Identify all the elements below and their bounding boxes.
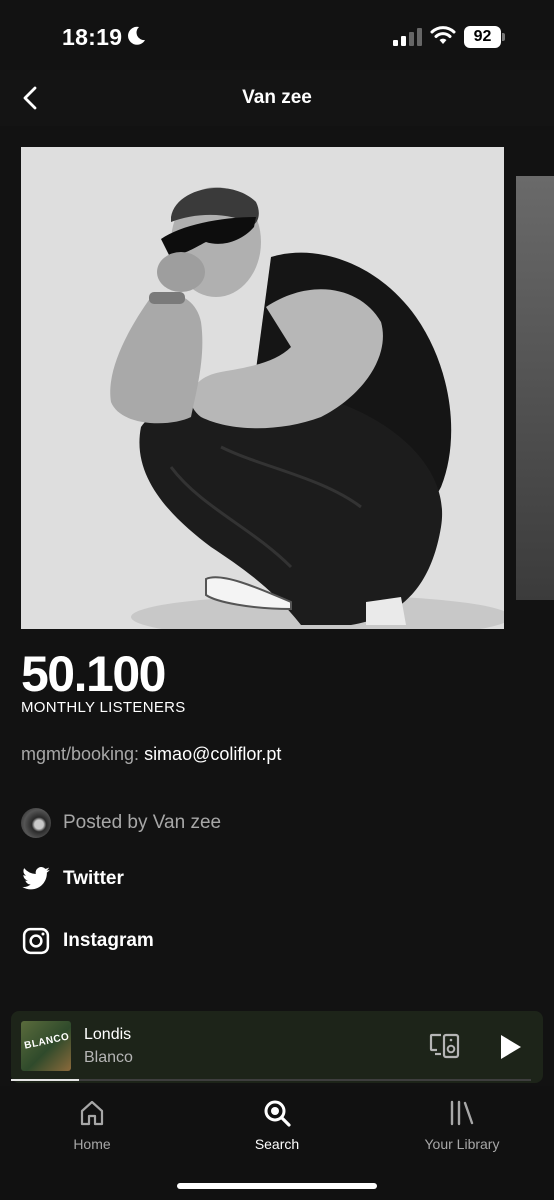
- nav-home[interactable]: Home: [22, 1098, 162, 1152]
- mini-player[interactable]: BLANCO Londis Blanco: [11, 1011, 543, 1083]
- album-cover[interactable]: BLANCO: [21, 1021, 71, 1071]
- battery-level: 92: [464, 26, 501, 48]
- page-title: Van zee: [242, 87, 312, 108]
- twitter-label: Twitter: [63, 868, 124, 889]
- connect-device-icon[interactable]: [429, 1031, 461, 1061]
- nav-library-label: Your Library: [424, 1136, 500, 1152]
- bio-email-link[interactable]: simao@coliflor.pt: [144, 744, 281, 764]
- next-photo-peek[interactable]: [516, 176, 554, 600]
- bio-prefix: mgmt/booking:: [21, 744, 145, 764]
- playback-progress-fill: [11, 1079, 79, 1081]
- now-playing-artist: Blanco: [84, 1049, 133, 1066]
- nav-home-label: Home: [73, 1136, 111, 1152]
- nav-search-label: Search: [254, 1136, 300, 1152]
- status-bar: 18:19 92: [0, 0, 554, 70]
- app-header: Van zee: [0, 70, 554, 126]
- artist-photo-illustration: [21, 147, 504, 629]
- instagram-link[interactable]: Instagram: [21, 924, 154, 958]
- monthly-listeners-count: 50.100: [21, 646, 166, 702]
- wifi-icon: [430, 26, 456, 44]
- search-icon: [264, 1100, 291, 1127]
- artist-photo[interactable]: [21, 147, 504, 629]
- posted-by-text: Posted by Van zee: [63, 812, 222, 833]
- posted-by-row[interactable]: Posted by Van zee: [21, 806, 221, 840]
- monthly-listeners-label: MONTHLY LISTENERS: [21, 699, 186, 716]
- nav-library[interactable]: Your Library: [392, 1098, 532, 1152]
- moon-icon: [128, 26, 145, 45]
- home-indicator: [177, 1183, 377, 1189]
- nav-search[interactable]: Search: [207, 1098, 347, 1152]
- artist-bio: mgmt/booking: simao@coliflor.pt: [21, 744, 281, 765]
- album-cover-text: BLANCO: [23, 1031, 71, 1052]
- now-playing-title: Londis: [84, 1026, 132, 1043]
- playback-progress: [11, 1079, 531, 1081]
- instagram-label: Instagram: [63, 930, 154, 951]
- twitter-icon: [22, 867, 50, 890]
- signal-icon: [393, 28, 422, 46]
- status-time: 18:19: [62, 24, 123, 50]
- home-icon: [80, 1100, 104, 1126]
- play-icon[interactable]: [497, 1033, 523, 1061]
- battery-icon: 92: [464, 26, 506, 48]
- library-icon: [450, 1100, 474, 1126]
- instagram-icon: [22, 927, 50, 955]
- twitter-link[interactable]: Twitter: [21, 862, 124, 896]
- avatar: [21, 808, 51, 838]
